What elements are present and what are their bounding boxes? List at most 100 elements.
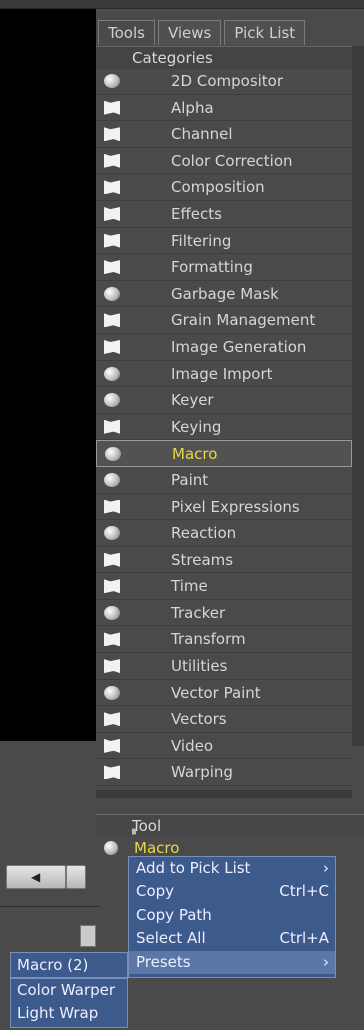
category-item[interactable]: 2D Compositor: [96, 68, 352, 95]
tab-views[interactable]: Views: [157, 20, 222, 45]
ball-icon: [104, 605, 120, 620]
category-label: Image Import: [171, 364, 273, 383]
category-label: Time: [171, 577, 208, 596]
tool-header[interactable]: Tool ▖: [96, 814, 364, 837]
menu-item[interactable]: Select All Ctrl+A: [129, 927, 335, 950]
category-label: Color Correction: [171, 151, 293, 170]
category-item[interactable]: Streams: [96, 547, 352, 574]
folder-icon: [104, 260, 120, 275]
menu-item[interactable]: Add to Pick List ›: [129, 857, 335, 880]
preset-item[interactable]: Light Wrap: [11, 1002, 127, 1025]
ball-icon: [104, 472, 120, 487]
context-menu: Add to Pick List › Copy Ctrl+C Copy Path Sele…: [128, 856, 336, 978]
submenu-arrow-icon: ›: [323, 859, 329, 877]
folder-icon: [104, 339, 120, 354]
small-button[interactable]: [80, 925, 96, 947]
presets-submenu-title[interactable]: Macro (2): [10, 952, 128, 978]
category-label: Keying: [171, 417, 222, 436]
menu-item[interactable]: Copy Path: [129, 904, 335, 927]
category-label: Transform: [171, 630, 246, 649]
category-item[interactable]: Formatting: [96, 254, 352, 281]
category-item[interactable]: Effects: [96, 201, 352, 228]
menu-item-label: Copy: [136, 882, 175, 901]
category-item[interactable]: Filtering: [96, 228, 352, 255]
presets-submenu: Color Warper Light Wrap: [10, 978, 128, 1028]
category-item[interactable]: Grain Management: [96, 307, 352, 334]
category-label: Keyer: [171, 391, 214, 410]
menu-item[interactable]: Copy Ctrl+C: [129, 880, 335, 903]
scrollbar-track[interactable]: [352, 46, 364, 746]
category-item[interactable]: Reaction: [96, 520, 352, 547]
category-item[interactable]: Utilities: [96, 653, 352, 680]
tab-tools[interactable]: Tools: [98, 20, 155, 45]
previous-button[interactable]: ◀: [6, 865, 66, 889]
folder-icon: [104, 712, 120, 727]
category-item[interactable]: Tracker: [96, 600, 352, 627]
category-label: Vector Paint: [171, 683, 261, 702]
category-label: Pixel Expressions: [171, 497, 300, 516]
folder-icon: [104, 100, 120, 115]
category-label: Macro: [172, 445, 218, 464]
folder-icon: [104, 153, 120, 168]
category-item[interactable]: Pixel Expressions: [96, 494, 352, 521]
menu-item-shortcut: Ctrl+A: [279, 929, 329, 948]
submenu-arrow-icon: ›: [323, 952, 329, 971]
category-label: Formatting: [171, 258, 253, 277]
category-item[interactable]: Garbage Mask: [96, 281, 352, 308]
folder-icon: [104, 127, 120, 142]
category-label: Garbage Mask: [171, 284, 279, 303]
folder-icon: [104, 206, 120, 221]
category-item[interactable]: Image Import: [96, 361, 352, 388]
folder-icon: [104, 180, 120, 195]
category-item[interactable]: Macro: [96, 440, 352, 467]
ball-icon: [105, 447, 121, 462]
category-item[interactable]: Paint: [96, 467, 352, 494]
category-label: Composition: [171, 178, 265, 197]
next-button[interactable]: [66, 865, 86, 889]
folder-icon: [104, 659, 120, 674]
menu-item-label: Copy Path: [136, 905, 212, 924]
categories-header-label: Categories: [132, 49, 213, 67]
category-item[interactable]: Color Correction: [96, 148, 352, 175]
category-item[interactable]: Keyer: [96, 387, 352, 414]
category-label: Image Generation: [171, 337, 307, 356]
divider: [96, 790, 352, 798]
folder-icon: [104, 419, 120, 434]
category-label: Streams: [171, 550, 234, 569]
category-item[interactable]: Vectors: [96, 706, 352, 733]
ball-icon: [104, 286, 120, 301]
category-item[interactable]: Vector Paint: [96, 680, 352, 707]
category-item[interactable]: Image Generation: [96, 334, 352, 361]
ball-icon: [104, 685, 120, 700]
folder-icon: [104, 738, 120, 753]
category-item[interactable]: Video: [96, 733, 352, 760]
category-item[interactable]: Alpha: [96, 95, 352, 122]
category-item[interactable]: Keying: [96, 414, 352, 441]
categories-header[interactable]: Categories: [96, 46, 352, 69]
category-label: Warping: [171, 763, 233, 782]
panel-tabs: Tools Views Pick List: [98, 20, 306, 46]
category-label: Effects: [171, 204, 222, 223]
category-label: Alpha: [171, 98, 214, 117]
top-bar: [0, 0, 364, 9]
tab-pick-list[interactable]: Pick List: [224, 20, 306, 45]
category-item[interactable]: Channel: [96, 121, 352, 148]
viewer-area: [0, 9, 96, 741]
ball-icon: [104, 393, 120, 408]
folder-icon: [104, 579, 120, 594]
category-item[interactable]: Time: [96, 573, 352, 600]
category-item[interactable]: Composition: [96, 174, 352, 201]
category-label: 2D Compositor: [171, 72, 284, 90]
category-item[interactable]: Warping: [96, 759, 352, 787]
ball-icon: [104, 366, 120, 381]
category-item[interactable]: Transform: [96, 626, 352, 654]
menu-item[interactable]: Presets ›: [129, 950, 335, 974]
folder-icon: [104, 765, 120, 780]
folder-icon: [104, 313, 120, 328]
category-label: Reaction: [171, 524, 237, 543]
ball-icon: [104, 74, 120, 88]
folder-icon: [104, 499, 120, 514]
menu-item-label: Add to Pick List: [136, 859, 251, 877]
preset-item[interactable]: Color Warper: [11, 979, 127, 1002]
categories-list: 2D Compositor Alpha Channel Color Correctio…: [96, 68, 352, 788]
